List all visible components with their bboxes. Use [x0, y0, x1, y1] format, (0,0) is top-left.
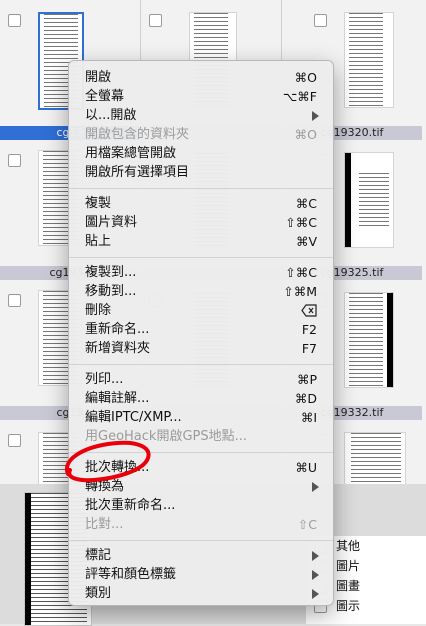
delete-key-icon	[301, 304, 317, 317]
menu-item-shortcut: ⌘V	[295, 234, 317, 249]
menu-item-full-screen[interactable]: 全螢幕 ⌥⌘F	[69, 87, 333, 106]
menu-item-shortcut: ⌘P	[296, 372, 317, 387]
menu-separator	[69, 257, 333, 258]
menu-item-move-to[interactable]: 移動到... ⇧⌘M	[69, 282, 333, 301]
submenu-arrow-icon	[312, 111, 319, 121]
menu-item-image-data[interactable]: 圖片資料 ⇧⌘C	[69, 213, 333, 232]
page-edge	[387, 293, 393, 387]
menu-item-shortcut: ⇧⌘C	[285, 265, 317, 280]
menu-item-shortcut: ⌘D	[294, 391, 317, 406]
select-checkbox[interactable]	[8, 154, 21, 167]
menu-separator	[69, 188, 333, 189]
menu-item-label: 開啟包含的資料夾	[85, 127, 190, 142]
menu-item-label: 複製	[85, 196, 112, 211]
select-checkbox[interactable]	[314, 14, 327, 27]
select-checkbox[interactable]	[8, 434, 21, 447]
submenu-arrow-icon	[312, 551, 319, 561]
menu-item-rating-color-label[interactable]: 評等和顏色標籤	[69, 565, 333, 584]
select-checkbox[interactable]	[8, 294, 21, 307]
thumbnail-image[interactable]	[344, 292, 394, 388]
menu-item-open-in-explorer[interactable]: 用檔案總管開啟	[69, 144, 333, 163]
category-label: 圖片	[336, 559, 361, 573]
menu-item-label: 全螢幕	[85, 89, 125, 104]
menu-item-open-containing-folder[interactable]: 開啟包含的資料夾 ⌘O	[69, 125, 333, 144]
menu-item-shortcut: ⌘C	[295, 196, 317, 211]
context-menu: 開啟 ⌘O 全螢幕 ⌥⌘F 以...開啟 開啟包含的資料夾 ⌘O 用檔案總管開啟…	[68, 60, 334, 606]
menu-item-shortcut: ⇧⌘M	[283, 284, 317, 299]
category-label: 圖示	[336, 599, 361, 613]
menu-item-label: 標記	[85, 548, 112, 563]
menu-item-new-folder[interactable]: 新增資料夾 F7	[69, 339, 333, 358]
submenu-arrow-icon	[312, 589, 319, 599]
menu-item-label: 批次轉換...	[85, 460, 150, 475]
menu-item-batch-rename[interactable]: 批次重新命名...	[69, 496, 333, 515]
menu-item-label: 複製到...	[85, 265, 137, 280]
menu-item-copy[interactable]: 複製 ⌘C	[69, 194, 333, 213]
menu-item-label: 移動到...	[85, 284, 137, 299]
menu-item-label: 評等和顏色標籤	[85, 567, 177, 582]
menu-item-label: 開啟	[85, 70, 112, 85]
select-checkbox[interactable]	[149, 14, 162, 27]
menu-item-print[interactable]: 列印... ⌘P	[69, 370, 333, 389]
menu-item-open-gps-geohack[interactable]: 用GeoHack開啟GPS地點...	[69, 427, 333, 446]
menu-item-edit-comment[interactable]: 編輯註解... ⌘D	[69, 389, 333, 408]
menu-item-category[interactable]: 類別	[69, 584, 333, 603]
menu-item-label: 以...開啟	[85, 108, 137, 123]
menu-item-label: 批次重新命名...	[85, 498, 176, 513]
thumbnail-image[interactable]	[344, 12, 394, 108]
menu-item-open[interactable]: 開啟 ⌘O	[69, 68, 333, 87]
menu-item-shortcut: ⇧C	[297, 517, 317, 532]
menu-item-label: 圖片資料	[85, 215, 138, 230]
menu-item-rename[interactable]: 重新命名... F2	[69, 320, 333, 339]
menu-item-open-with[interactable]: 以...開啟	[69, 106, 333, 125]
menu-item-edit-iptc[interactable]: 編輯IPTC/XMP... ⌘I	[69, 408, 333, 427]
menu-item-label: 刪除	[85, 303, 112, 318]
menu-item-label: 用GeoHack開啟GPS地點...	[85, 429, 248, 444]
select-checkbox[interactable]	[8, 14, 21, 27]
menu-item-label: 重新命名...	[85, 322, 150, 337]
menu-item-delete[interactable]: 刪除	[69, 301, 333, 320]
menu-item-convert-to[interactable]: 轉換為	[69, 477, 333, 496]
menu-separator	[69, 364, 333, 365]
menu-item-shortcut: F7	[301, 341, 317, 356]
menu-item-label: 轉換為	[85, 479, 125, 494]
menu-item-shortcut: F2	[301, 322, 317, 337]
menu-item-compare[interactable]: 比對... ⇧C	[69, 515, 333, 534]
menu-item-shortcut: ⌥⌘F	[282, 89, 317, 104]
menu-item-label: 編輯IPTC/XMP...	[85, 410, 182, 425]
menu-item-label: 新增資料夾	[85, 341, 151, 356]
menu-item-open-all-selected[interactable]: 開啟所有選擇項目	[69, 163, 333, 182]
menu-item-batch-convert[interactable]: 批次轉換... ⌘U	[69, 458, 333, 477]
menu-item-copy-to[interactable]: 複製到... ⇧⌘C	[69, 263, 333, 282]
menu-separator	[69, 540, 333, 541]
menu-item-label: 比對...	[85, 517, 124, 532]
page-edge	[345, 153, 351, 247]
submenu-arrow-icon	[312, 482, 319, 492]
menu-item-label: 類別	[85, 586, 112, 601]
thumbnail-image[interactable]	[344, 152, 394, 248]
menu-item-shortcut: ⌘I	[300, 410, 317, 425]
menu-item-paste[interactable]: 貼上 ⌘V	[69, 232, 333, 251]
menu-item-shortcut: ⌘O	[294, 70, 317, 85]
page-edge	[25, 493, 31, 625]
menu-item-shortcut: ⌘U	[295, 460, 317, 475]
menu-item-tag[interactable]: 標記	[69, 546, 333, 565]
menu-item-shortcut: ⇧⌘C	[285, 215, 317, 230]
menu-item-label: 編輯註解...	[85, 391, 150, 406]
menu-item-label: 用檔案總管開啟	[85, 146, 177, 161]
menu-item-label: 開啟所有選擇項目	[85, 165, 190, 180]
menu-item-shortcut: ⌘O	[294, 127, 317, 142]
category-label: 圖畫	[336, 579, 361, 593]
menu-item-label: 貼上	[85, 234, 112, 249]
submenu-arrow-icon	[312, 570, 319, 580]
menu-item-label: 列印...	[85, 372, 124, 387]
category-label: 其他	[336, 539, 361, 553]
menu-separator	[69, 452, 333, 453]
